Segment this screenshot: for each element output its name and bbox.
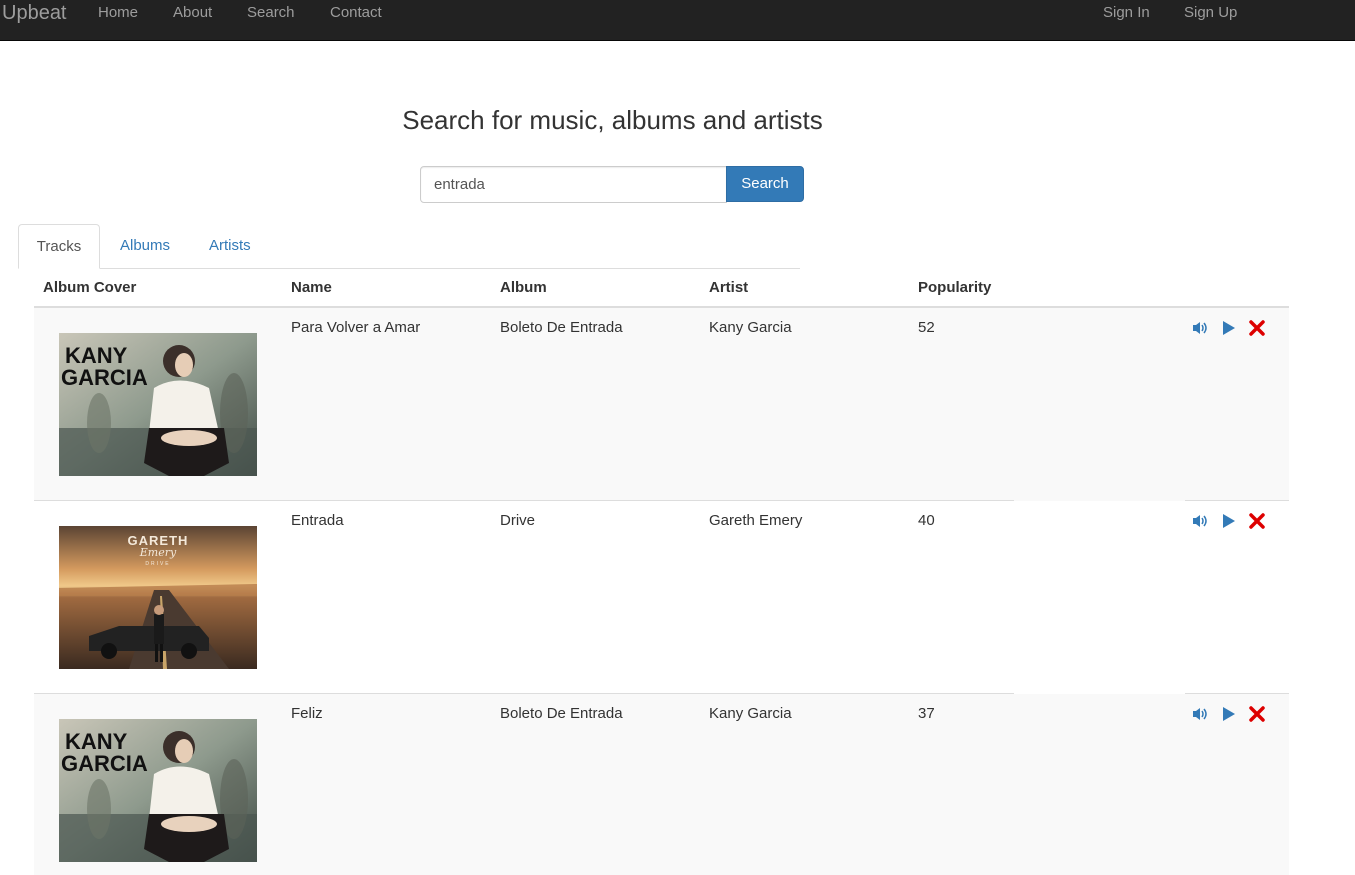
table-row: KANY GARCIA Para Volver a Amar Boleto De…: [34, 308, 1289, 501]
track-name[interactable]: Para Volver a Amar: [291, 319, 420, 337]
navbar: Upbeat Home About Search Contact Sign In…: [0, 0, 1355, 41]
track-artist: Kany Garcia: [709, 705, 792, 722]
nav-home-link[interactable]: Home: [98, 4, 138, 22]
cover-subtitle-text: DRIVE: [145, 561, 170, 567]
play-icon[interactable]: [1220, 320, 1238, 336]
track-artist: Kany Garcia: [709, 319, 792, 336]
track-album: Drive: [500, 512, 536, 529]
column-header-popularity: Popularity: [918, 279, 992, 296]
play-icon[interactable]: [1220, 706, 1238, 722]
album-cover-image: GARETH Emery DRIVE: [59, 526, 257, 669]
column-header-album-cover: Album Cover: [43, 279, 137, 296]
column-header-name: Name: [291, 279, 332, 296]
cover-artist-text: GARCIA: [61, 365, 148, 390]
column-header-album: Album: [500, 279, 547, 296]
table-row: GARETH Emery DRIVE Entrada Drive Gareth …: [34, 501, 1289, 694]
track-artist: Gareth Emery: [709, 512, 803, 529]
track-name[interactable]: Entrada: [291, 512, 344, 530]
play-icon[interactable]: [1220, 513, 1238, 529]
track-popularity: 52: [918, 319, 935, 336]
table-row: KANY GARCIA Feliz Boleto De Entrada Kany…: [34, 694, 1289, 875]
brand-logo[interactable]: Upbeat: [2, 1, 67, 25]
cover-script-text: Emery: [139, 546, 177, 559]
volume-icon[interactable]: [1191, 320, 1209, 336]
search-input[interactable]: [420, 166, 727, 203]
nav-about-link[interactable]: About: [173, 4, 212, 22]
tab-tracks[interactable]: Tracks: [18, 224, 100, 269]
track-album: Boleto De Entrada: [500, 319, 623, 336]
nav-search-link[interactable]: Search: [247, 4, 295, 22]
volume-icon[interactable]: [1191, 706, 1209, 722]
tab-albums[interactable]: Albums: [120, 224, 170, 268]
search-button[interactable]: Search: [726, 166, 804, 202]
remove-icon[interactable]: [1248, 513, 1266, 529]
volume-icon[interactable]: [1191, 513, 1209, 529]
track-popularity: 37: [918, 705, 935, 722]
cover-artist-text: GARCIA: [61, 751, 148, 776]
tab-artists[interactable]: Artists: [209, 224, 251, 268]
remove-icon[interactable]: [1248, 706, 1266, 722]
track-popularity: 40: [918, 512, 935, 529]
sign-up-link[interactable]: Sign Up: [1184, 4, 1237, 22]
remove-icon[interactable]: [1248, 320, 1266, 336]
album-cover-image: KANY GARCIA: [59, 333, 257, 476]
column-header-artist: Artist: [709, 279, 749, 296]
nav-contact-link[interactable]: Contact: [330, 4, 382, 22]
album-cover-image: KANY GARCIA: [59, 719, 257, 862]
tabs-divider: [18, 268, 800, 269]
track-name[interactable]: Feliz: [291, 705, 323, 723]
sign-in-link[interactable]: Sign In: [1103, 4, 1150, 22]
track-album: Boleto De Entrada: [500, 705, 623, 722]
page-title: Search for music, albums and artists: [402, 105, 823, 135]
